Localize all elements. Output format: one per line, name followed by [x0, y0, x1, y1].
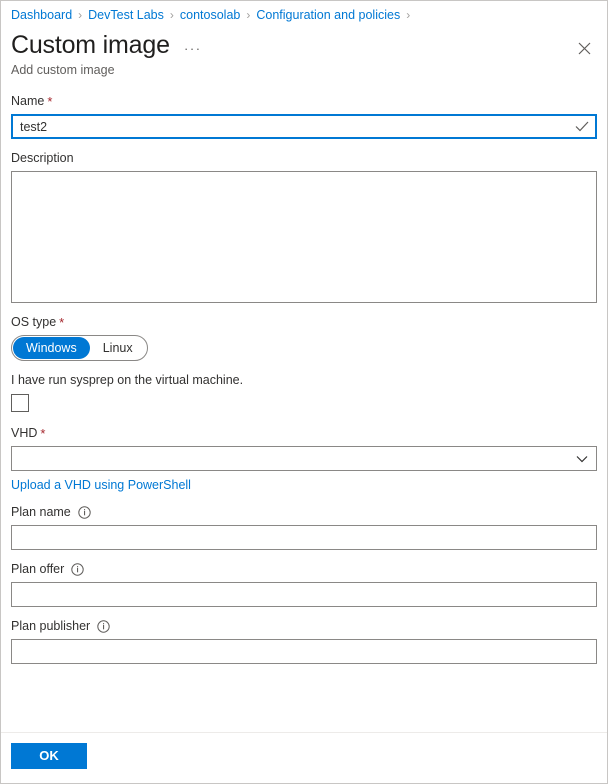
close-icon[interactable]	[569, 33, 599, 63]
breadcrumb: Dashboard › DevTest Labs › contosolab › …	[1, 1, 607, 26]
breadcrumb-item-dashboard[interactable]: Dashboard	[11, 7, 72, 23]
ok-button[interactable]: OK	[11, 743, 87, 769]
vhd-label-row: VHD *	[11, 425, 597, 442]
vhd-field-group: VHD * Upload a VHD using PowerShell	[11, 425, 597, 494]
os-type-label-row: OS type *	[11, 314, 597, 331]
plan-publisher-field-group: Plan publisher	[11, 618, 597, 664]
ellipsis-icon[interactable]: ···	[182, 38, 204, 60]
description-label-row: Description	[11, 150, 597, 167]
page-title: Custom image	[11, 31, 170, 59]
custom-image-form: Name * Description OS type	[1, 79, 607, 732]
name-input[interactable]	[11, 114, 597, 139]
info-icon[interactable]	[97, 620, 110, 633]
plan-publisher-input[interactable]	[11, 639, 597, 664]
blade-title-row: Custom image ···	[1, 26, 607, 61]
plan-offer-field-group: Plan offer	[11, 561, 597, 607]
vhd-label: VHD	[11, 426, 38, 440]
name-input-wrap	[11, 114, 597, 139]
custom-image-blade: Dashboard › DevTest Labs › contosolab › …	[0, 0, 608, 784]
blade-footer: OK	[1, 732, 607, 783]
description-field-group: Description	[11, 150, 597, 303]
vhd-dropdown[interactable]	[11, 446, 597, 471]
breadcrumb-item-contosolab[interactable]: contosolab	[180, 7, 240, 23]
breadcrumb-item-devtest-labs[interactable]: DevTest Labs	[88, 7, 164, 23]
name-field-group: Name *	[11, 93, 597, 139]
plan-name-label-row: Plan name	[11, 504, 597, 521]
plan-publisher-label: Plan publisher	[11, 619, 91, 633]
plan-publisher-label-row: Plan publisher	[11, 618, 597, 635]
name-label: Name	[11, 94, 45, 108]
sysprep-checkbox[interactable]	[11, 394, 29, 412]
os-type-field-group: OS type * Windows Linux	[11, 314, 597, 361]
page-subtitle: Add custom image	[11, 63, 115, 77]
upload-vhd-powershell-link[interactable]: Upload a VHD using PowerShell	[11, 476, 191, 494]
os-type-toggle: Windows Linux	[11, 335, 148, 361]
os-type-option-windows[interactable]: Windows	[13, 337, 90, 359]
plan-offer-label: Plan offer	[11, 562, 65, 576]
description-label: Description	[11, 151, 74, 165]
required-marker: *	[47, 94, 53, 109]
chevron-down-icon	[576, 455, 588, 463]
plan-offer-label-row: Plan offer	[11, 561, 597, 578]
breadcrumb-separator-icon: ›	[169, 8, 174, 22]
breadcrumb-separator-icon: ›	[246, 8, 251, 22]
required-marker: *	[40, 426, 46, 441]
plan-name-field-group: Plan name	[11, 504, 597, 550]
breadcrumb-separator-icon: ›	[78, 8, 83, 22]
info-icon[interactable]	[71, 563, 84, 576]
sysprep-label: I have run sysprep on the virtual machin…	[11, 373, 244, 387]
info-icon[interactable]	[78, 506, 91, 519]
plan-name-input[interactable]	[11, 525, 597, 550]
required-marker: *	[59, 315, 65, 330]
os-type-label: OS type	[11, 315, 57, 329]
plan-name-label: Plan name	[11, 505, 71, 519]
plan-offer-input[interactable]	[11, 582, 597, 607]
description-textarea[interactable]	[11, 171, 597, 303]
breadcrumb-item-configuration-and-policies[interactable]: Configuration and policies	[256, 7, 400, 23]
breadcrumb-separator-icon: ›	[406, 8, 411, 22]
name-label-row: Name *	[11, 93, 597, 110]
os-type-option-linux[interactable]: Linux	[90, 337, 146, 359]
sysprep-field-group: I have run sysprep on the virtual machin…	[11, 372, 597, 412]
